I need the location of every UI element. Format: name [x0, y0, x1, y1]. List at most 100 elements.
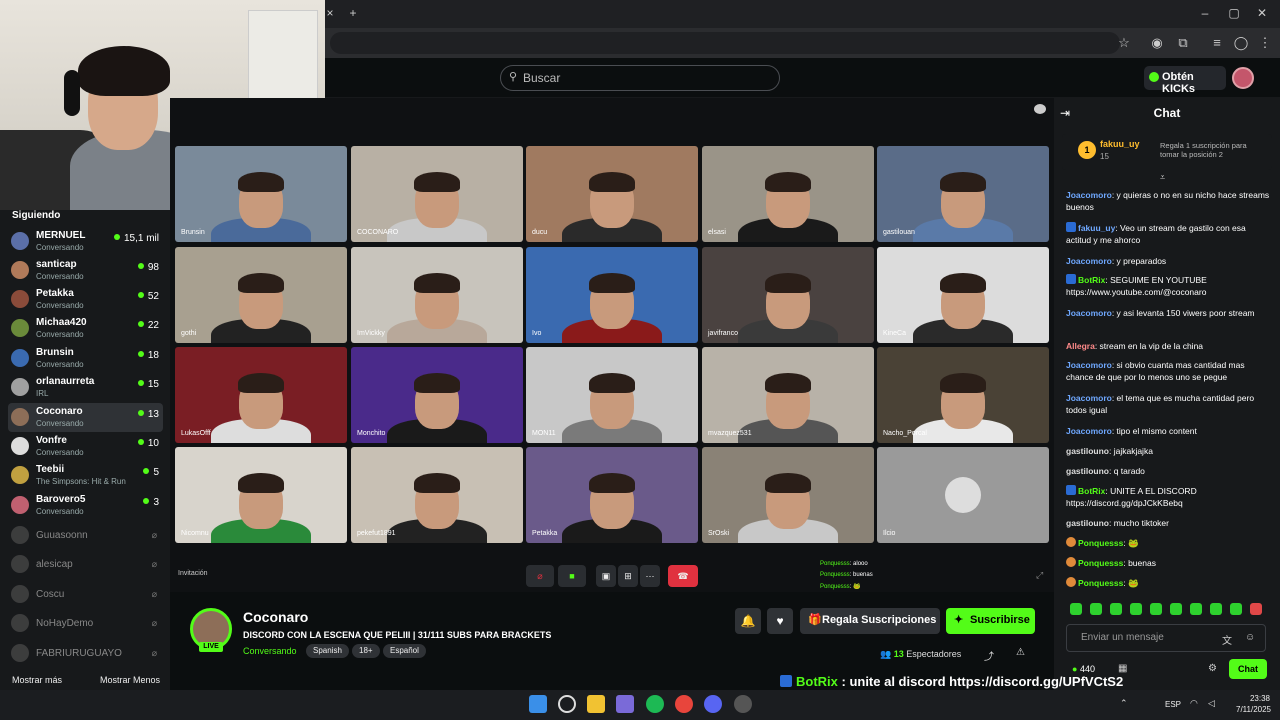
profile-icon[interactable]: ◯ — [1232, 34, 1250, 52]
participant-tile[interactable]: MON11 — [526, 347, 698, 443]
volume-icon[interactable]: ◁ — [1208, 698, 1215, 709]
sidebar-channel[interactable]: MERNUEL Conversando 15,1 mil — [8, 227, 163, 256]
translate-icon[interactable]: 文 — [1222, 632, 1232, 647]
address-bar[interactable] — [330, 32, 1120, 54]
chat-username[interactable]: Joacomoro — [1066, 256, 1112, 266]
store-icon[interactable] — [616, 695, 634, 713]
media-control-icon[interactable]: ≡ — [1208, 34, 1226, 52]
extension-color-icon[interactable]: ◉ — [1148, 34, 1166, 52]
file-explorer-icon[interactable] — [587, 695, 605, 713]
minimize-icon[interactable]: – — [1195, 6, 1215, 20]
close-window-icon[interactable]: ✕ — [1252, 6, 1272, 20]
camera-icon[interactable]: ■ — [558, 565, 586, 587]
participant-tile[interactable]: Ivo — [526, 247, 698, 343]
gifter-name[interactable]: fakuu_uy — [1100, 139, 1140, 149]
tag[interactable]: Español — [383, 644, 426, 658]
send-chat-button[interactable]: Chat — [1229, 659, 1267, 679]
sidebar-channel[interactable]: santicap Conversando 98 — [8, 256, 163, 285]
chat-username[interactable]: Joacomoro — [1066, 393, 1112, 403]
channel-name[interactable]: Coconaro — [243, 609, 308, 625]
emote-icon[interactable] — [1110, 603, 1122, 615]
sidebar-channel[interactable]: Petakka Conversando 52 — [8, 285, 163, 314]
participant-tile[interactable]: Ilcio — [877, 447, 1049, 543]
show-less-button[interactable]: Mostrar Menos — [100, 675, 160, 685]
chat-input[interactable]: Enviar un mensaje — [1066, 624, 1266, 652]
chat-bubble-icon[interactable] — [1034, 104, 1046, 114]
emote-picker-icon[interactable]: ☺ — [1245, 632, 1255, 643]
maximize-icon[interactable]: ▢ — [1224, 6, 1244, 20]
participant-tile[interactable]: mvazquez531 — [702, 347, 874, 443]
screen-share-icon[interactable]: ▣ — [596, 565, 616, 587]
emote-icon[interactable] — [1150, 603, 1162, 615]
sidebar-channel-offline[interactable]: alesicap ⌀ — [8, 550, 163, 579]
participant-tile[interactable]: ducu — [526, 146, 698, 242]
chat-username[interactable]: Ponquesss — [1078, 578, 1123, 588]
sidebar-channel[interactable]: Coconaro Conversando 13 — [8, 403, 163, 432]
chat-username[interactable]: Joacomoro — [1066, 426, 1112, 436]
emote-icon[interactable] — [1170, 603, 1182, 615]
participant-tile[interactable]: Petakka — [526, 447, 698, 543]
chat-username[interactable]: Joacomoro — [1066, 308, 1112, 318]
system-clock[interactable]: 23:38 7/11/2025 — [1236, 693, 1271, 715]
sidebar-channel[interactable]: Brunsin Conversando 18 — [8, 344, 163, 373]
search-input[interactable]: ⚲ Buscar — [500, 65, 780, 91]
chat-username[interactable]: Joacomoro — [1066, 360, 1112, 370]
chat-username[interactable]: gastilouno — [1066, 518, 1109, 528]
tag[interactable]: 18+ — [352, 644, 380, 658]
stream-category[interactable]: Conversando — [243, 646, 297, 656]
report-icon[interactable]: ⚠ — [1016, 647, 1025, 658]
bookmark-star-icon[interactable]: ☆ — [1115, 34, 1133, 52]
participant-tile[interactable]: elsasi — [702, 146, 874, 242]
chat-username[interactable]: BotRix — [1078, 275, 1105, 285]
emote-icon[interactable] — [1190, 603, 1202, 615]
participant-tile[interactable]: LukasOfff — [175, 347, 347, 443]
participant-tile[interactable]: SrOski — [702, 447, 874, 543]
gift-prompt[interactable]: Regala 1 suscripción para tomar la posic… — [1160, 141, 1260, 159]
emote-icon[interactable] — [1070, 603, 1082, 615]
chat-username[interactable]: fakuu_uy — [1078, 223, 1115, 233]
participant-tile[interactable]: Nacho_Porcal — [877, 347, 1049, 443]
grid-icon[interactable]: ⊞ — [618, 565, 638, 587]
tray-chevron-icon[interactable]: ⌃ — [1120, 698, 1128, 709]
wifi-icon[interactable]: ◠ — [1190, 698, 1198, 709]
chat-username[interactable]: BotRix — [1078, 486, 1105, 496]
sidebar-channel[interactable]: Vonfre Conversando 10 — [8, 432, 163, 461]
participant-tile[interactable]: COCONARO — [351, 146, 523, 242]
chrome-icon[interactable] — [675, 695, 693, 713]
chat-username[interactable]: Joacomoro — [1066, 190, 1112, 200]
emote-icon[interactable] — [1210, 603, 1222, 615]
new-tab-icon[interactable]: + — [343, 6, 363, 20]
emote-icon[interactable] — [1090, 603, 1102, 615]
sidebar-channel-offline[interactable]: FABRIURUGUAYO ⌀ — [8, 639, 163, 668]
participant-tile[interactable]: pekefut1891 — [351, 447, 523, 543]
sidebar-channel[interactable]: Teebii The Simpsons: Hit & Run 5 — [8, 461, 163, 490]
sidebar-channel-offline[interactable]: Coscu ⌀ — [8, 580, 163, 609]
obs-icon[interactable] — [734, 695, 752, 713]
emote-icon[interactable] — [1230, 603, 1242, 615]
participant-tile[interactable]: Nicomnu — [175, 447, 347, 543]
participant-tile[interactable]: javifranco — [702, 247, 874, 343]
chat-username[interactable]: Ponquesss — [1078, 558, 1123, 568]
notification-bell-icon[interactable]: 🔔 — [735, 608, 761, 634]
extensions-puzzle-icon[interactable]: ⧉ — [1174, 34, 1192, 52]
sidebar-channel-offline[interactable]: Guuasoonn ⌀ — [8, 521, 163, 550]
menu-dots-icon[interactable]: ⋮ — [1256, 34, 1274, 52]
emote-icon[interactable] — [1130, 603, 1142, 615]
spotify-icon[interactable] — [646, 695, 664, 713]
tag[interactable]: Spanish — [306, 644, 349, 658]
sidebar-channel[interactable]: Michaa420 Conversando 22 — [8, 314, 163, 343]
sidebar-channel[interactable]: orlanaurreta IRL 15 — [8, 373, 163, 402]
chat-username[interactable]: Ponquesss — [1078, 538, 1123, 548]
chat-username[interactable]: gastilouno — [1066, 446, 1109, 456]
participant-tile[interactable]: ImVickky — [351, 247, 523, 343]
emote-icon[interactable] — [1250, 603, 1262, 615]
chat-settings-icon[interactable]: ⚙ — [1208, 663, 1217, 674]
get-kicks-button[interactable]: Obtén KICKs — [1144, 66, 1226, 95]
sidebar-channel-offline[interactable]: NoHayDemo ⌀ — [8, 609, 163, 638]
invite-label[interactable]: Invitación — [178, 570, 208, 577]
user-avatar[interactable] — [1232, 67, 1254, 89]
windows-start-icon[interactable] — [529, 695, 547, 713]
gift-subs-button[interactable]: 🎁 Regala Suscripciones — [800, 608, 940, 634]
share-icon[interactable]: ⤴ — [984, 648, 994, 663]
filter-icon[interactable]: ⩡ — [1160, 172, 1165, 183]
